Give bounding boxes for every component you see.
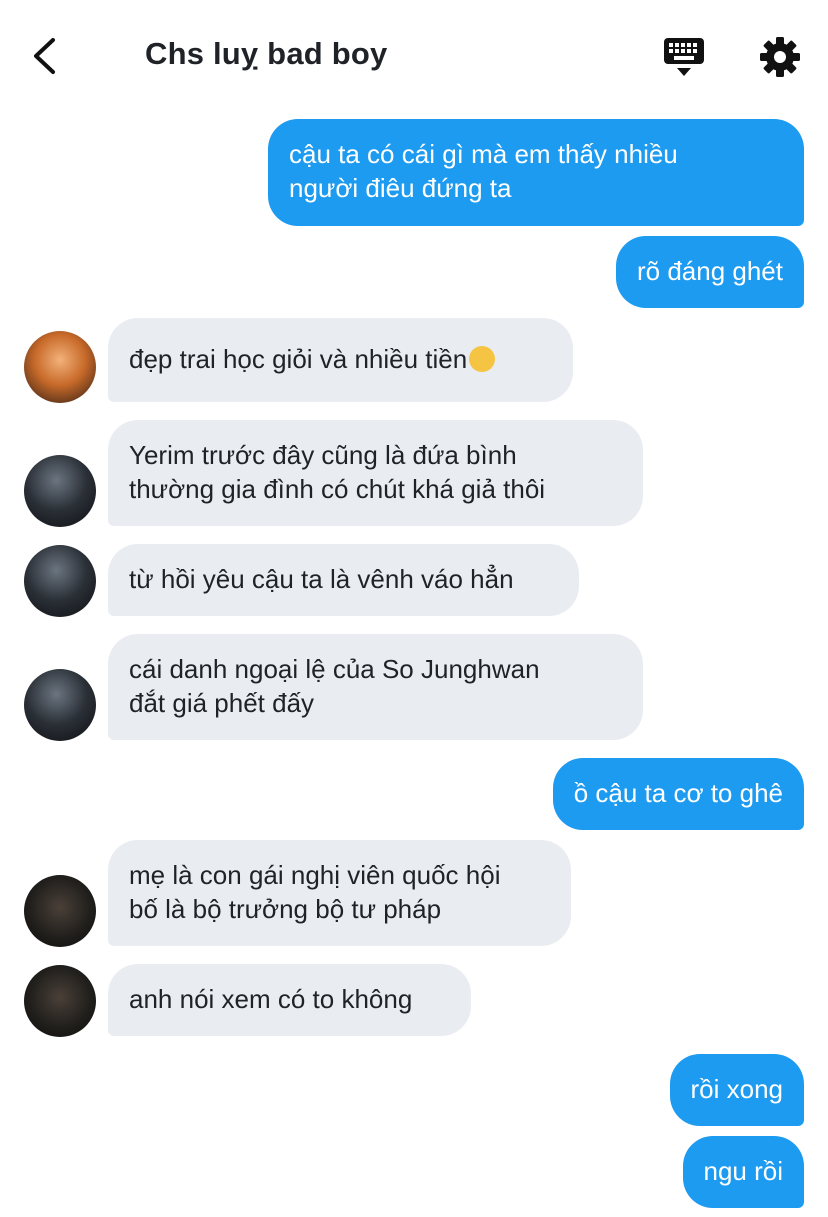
avatar[interactable] <box>24 669 96 741</box>
message-bubble-outgoing[interactable]: ồ cậu ta cơ to ghê <box>552 758 804 830</box>
message-text-line: mẹ là con gái nghị viên quốc hội <box>129 860 501 890</box>
message-bubble-incoming[interactable]: từ hồi yêu cậu ta là vênh váo hẳn <box>108 544 579 616</box>
message-bubble-incoming[interactable]: đẹp trai học giỏi và nhiều tiền <box>108 318 573 402</box>
message-text-line: rõ đáng ghét <box>636 256 783 286</box>
message-text-line: rồi xong <box>690 1074 784 1104</box>
chat-header: Chs luỵ bad boy <box>0 0 828 110</box>
gear-icon <box>760 37 800 77</box>
message-text-line: từ hồi yêu cậu ta là vênh váo hẳn <box>129 564 514 594</box>
yawning-face-emoji-icon <box>469 346 496 372</box>
back-button[interactable] <box>26 34 66 78</box>
settings-button[interactable] <box>756 34 804 80</box>
message-text-line: bố là bộ trưởng bộ tư pháp <box>129 894 442 924</box>
avatar[interactable] <box>24 875 96 947</box>
message-bubble-outgoing[interactable]: cậu ta có cái gì mà em thấy nhiều người … <box>268 119 804 226</box>
message-text-line: ồ cậu ta cơ to ghê <box>573 778 783 808</box>
message-bubble-outgoing[interactable]: ngu rồi <box>682 1136 804 1208</box>
message-text-line: ngu rồi <box>703 1156 784 1186</box>
message-text-line: Yerim trước đây cũng là đứa bình <box>129 440 517 470</box>
message-bubble-incoming[interactable]: mẹ là con gái nghị viên quốc hội bố là b… <box>108 840 571 946</box>
message-bubble-incoming[interactable]: cái danh ngoại lệ của So Junghwan đắt gi… <box>108 634 643 740</box>
message-bubble-incoming[interactable]: Yerim trước đây cũng là đứa bình thường … <box>108 420 643 526</box>
keyboard-button[interactable] <box>660 34 708 80</box>
chat-title: Chs luỵ bad boy <box>145 36 388 71</box>
avatar[interactable] <box>24 545 96 617</box>
chevron-left-icon <box>34 38 55 74</box>
message-bubble-outgoing[interactable]: rồi xong <box>669 1054 804 1126</box>
avatar[interactable] <box>24 455 96 527</box>
message-text-line: cái danh ngoại lệ của So Junghwan <box>129 654 540 684</box>
avatar[interactable] <box>24 965 96 1037</box>
avatar[interactable] <box>24 331 96 403</box>
message-text-line: thường gia đình có chút khá giả thôi <box>129 474 546 504</box>
message-text-line: anh nói xem có to không <box>129 984 413 1014</box>
message-bubble-outgoing[interactable]: rõ đáng ghét <box>615 236 804 308</box>
message-text-line: đắt giá phết đấy <box>129 688 315 718</box>
keyboard-icon <box>664 38 704 76</box>
message-text-line: cậu ta có cái gì mà em thấy nhiều <box>289 139 678 169</box>
message-bubble-incoming[interactable]: anh nói xem có to không <box>108 964 471 1036</box>
message-text-line: người điêu đứng ta <box>289 173 512 203</box>
message-text-line: đẹp trai học giỏi và nhiều tiền <box>129 344 468 374</box>
